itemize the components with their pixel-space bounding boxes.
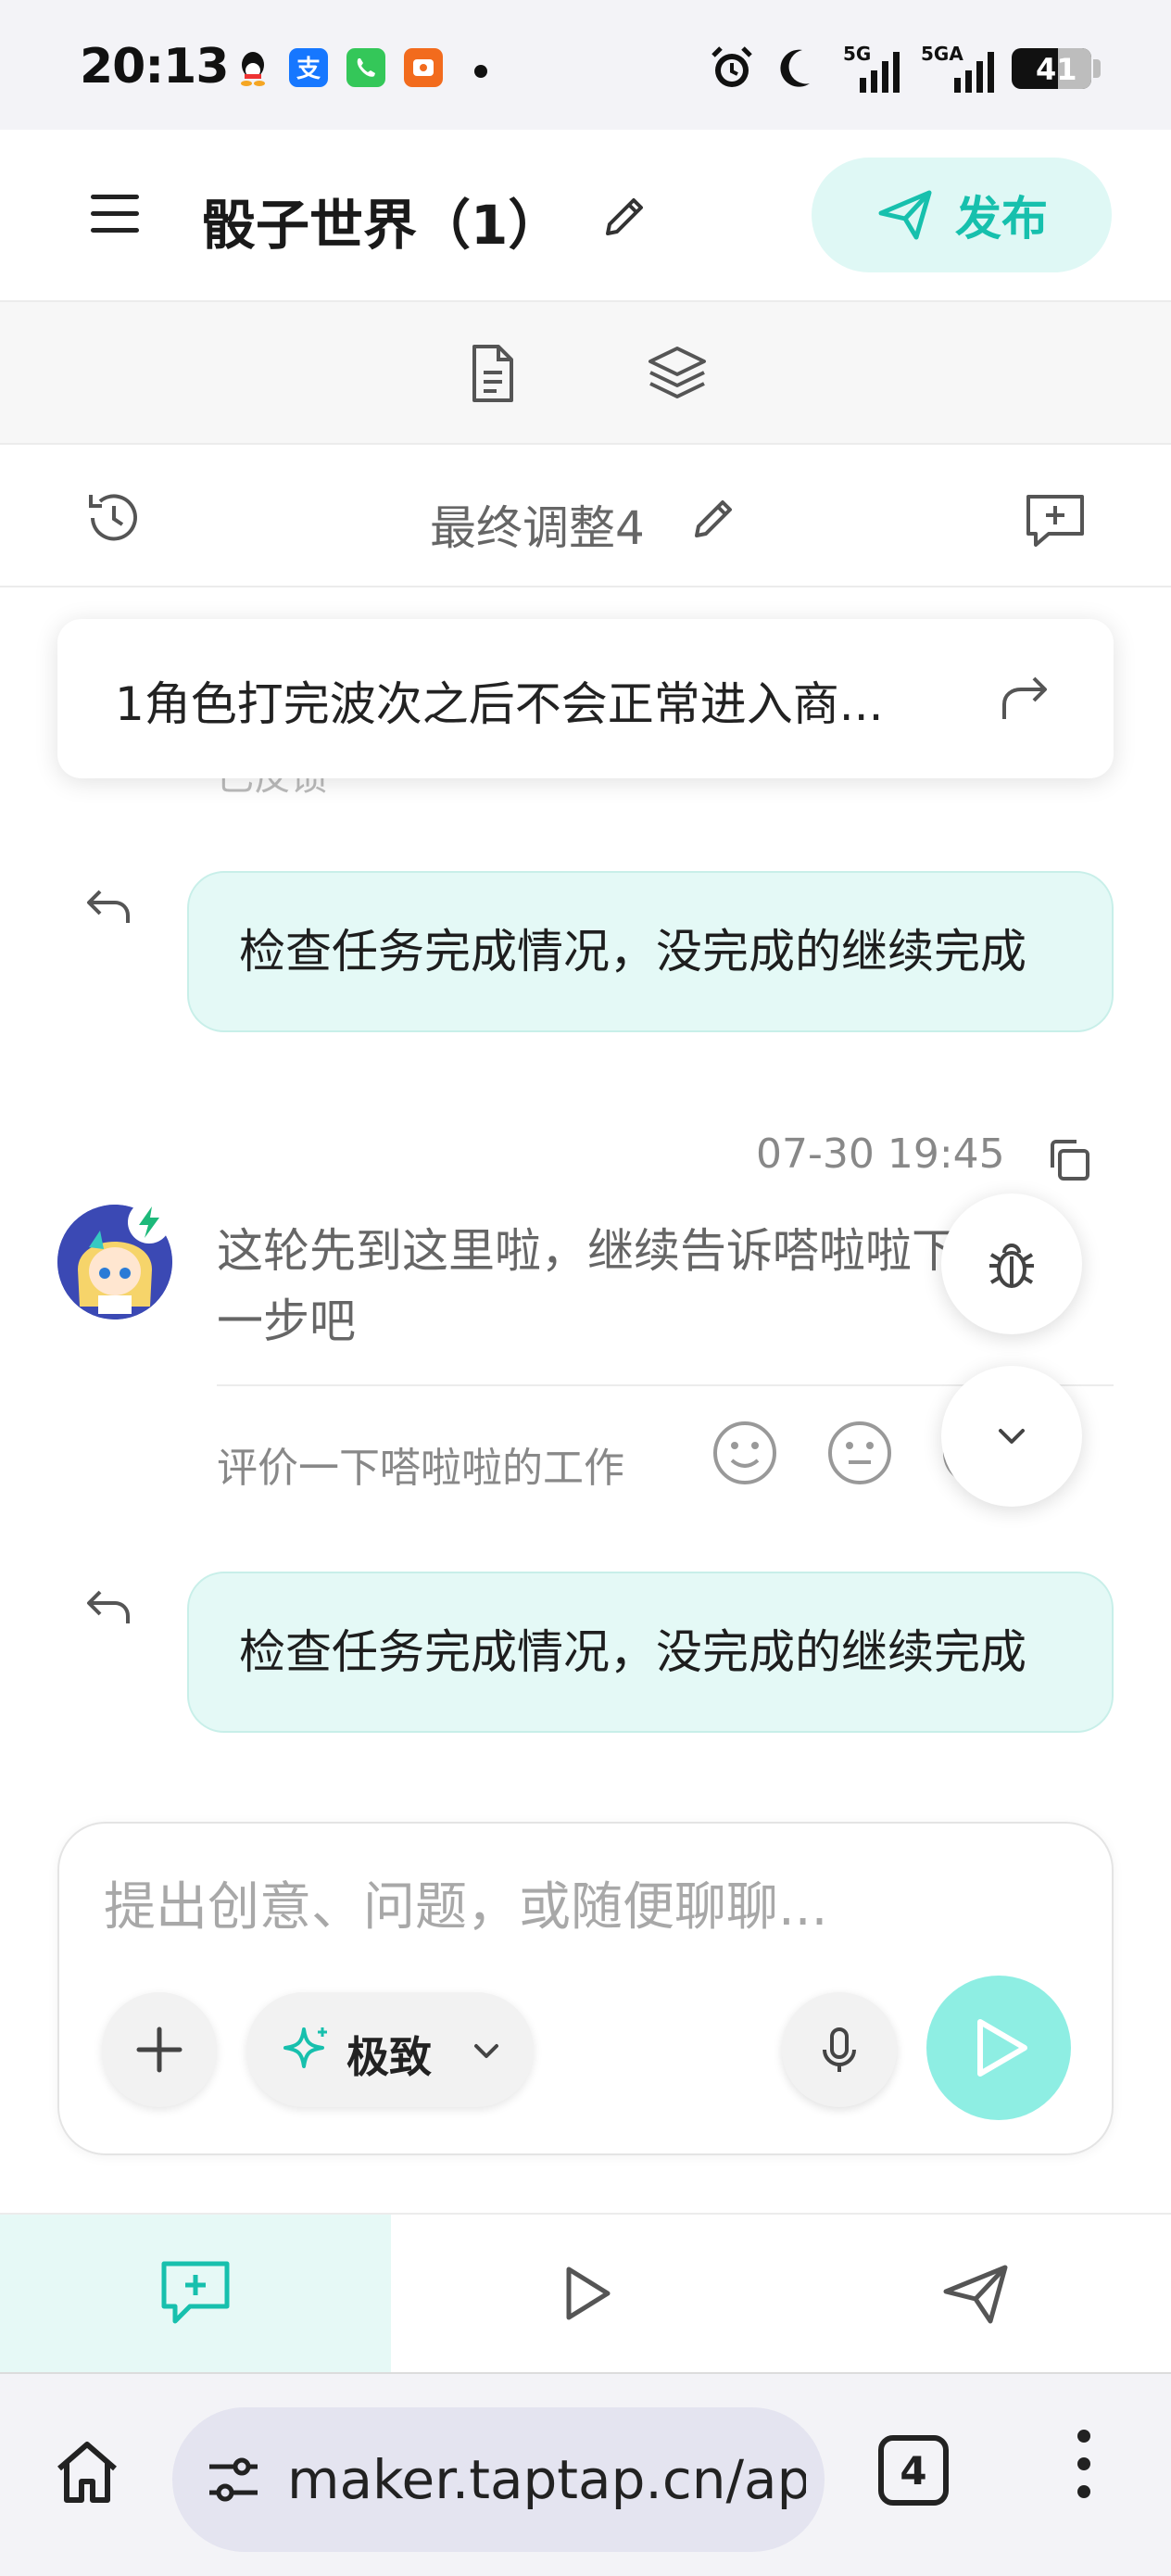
moon-icon (780, 49, 810, 87)
version-title: 最终调整4 (430, 501, 645, 555)
alipay-icon: 支 (289, 48, 328, 87)
play-icon (566, 2267, 611, 2320)
app-header: 骰子世界（1） 发布 (0, 130, 1171, 302)
editor-toolbar (0, 302, 1171, 445)
plus-icon (136, 2027, 183, 2073)
battery-level: 41 (1036, 52, 1077, 87)
site-settings-icon[interactable] (204, 2452, 263, 2507)
scroll-down-button[interactable] (941, 1366, 1082, 1507)
pinned-message[interactable]: 1角色打完波次之后不会正常进入商... (57, 619, 1114, 778)
more-options-icon[interactable] (1067, 2430, 1101, 2522)
bottom-tabs (0, 2213, 1171, 2372)
chevron-down-icon (999, 1429, 1025, 1444)
clock: 20:13 (80, 39, 230, 95)
lightning-icon (128, 1201, 170, 1244)
copy-icon[interactable] (1045, 1136, 1093, 1184)
microphone-icon (823, 2027, 856, 2072)
reply-icon[interactable] (80, 1579, 135, 1635)
home-icon[interactable] (52, 2437, 122, 2507)
user-message: 检查任务完成情况，没完成的继续完成 (187, 871, 1114, 1032)
url-text: maker.taptap.cn/app (287, 2448, 806, 2511)
chat-area[interactable]: 已反馈 1角色打完波次之后不会正常进入商... 检查任务完成情况，没完成的继续完… (0, 589, 1171, 1794)
qq-icon (233, 48, 272, 87)
user-message: 检查任务完成情况，没完成的继续完成 (187, 1572, 1114, 1733)
publish-button[interactable]: 发布 (812, 158, 1112, 272)
send-icon (878, 190, 932, 240)
reply-icon[interactable] (80, 878, 135, 934)
share-icon[interactable] (995, 669, 1054, 728)
signal-icon (860, 52, 900, 93)
bug-report-button[interactable] (941, 1193, 1082, 1334)
alarm-icon (711, 46, 752, 87)
pinned-message-text: 1角色打完波次之后不会正常进入商... (115, 677, 884, 731)
send-button[interactable] (926, 1976, 1071, 2120)
prompt-input[interactable] (104, 1870, 1067, 1944)
chat-add-icon (161, 2261, 230, 2324)
edit-version-icon[interactable] (687, 493, 739, 545)
status-bar: 20:13 支 5G 5GA 41 (0, 0, 1171, 130)
page-title: 骰子世界（1） (202, 194, 562, 257)
svg-text:支: 支 (296, 56, 321, 83)
add-attachment-button[interactable] (102, 1992, 217, 2107)
chevron-down-icon (474, 2044, 498, 2058)
edit-title-icon[interactable] (597, 189, 652, 245)
layers-icon[interactable] (645, 341, 710, 406)
phone-icon (346, 48, 385, 87)
battery-tip (1093, 59, 1101, 78)
tab-switcher-button[interactable]: 4 (878, 2435, 949, 2506)
send-icon (943, 2265, 1008, 2324)
publish-label: 发布 (955, 192, 1048, 246)
notification-dot (474, 65, 487, 78)
mode-label: 极致 (346, 2032, 432, 2082)
document-icon[interactable] (460, 341, 524, 406)
composer: 极致 (57, 1822, 1114, 2155)
app-icon (404, 48, 443, 87)
tab-count: 4 (900, 2447, 927, 2494)
battery-icon: 41 (1012, 48, 1091, 89)
play-send-icon (977, 2019, 1027, 2077)
publish-tab[interactable] (780, 2215, 1171, 2372)
rate-label: 评价一下嗒啦啦的工作 (217, 1445, 624, 1492)
voice-input-button[interactable] (782, 1992, 897, 2107)
browser-bar: maker.taptap.cn/app 4 (0, 2372, 1171, 2576)
preview-tab[interactable] (391, 2215, 780, 2372)
neutral-face-icon[interactable] (825, 1418, 895, 1488)
version-bar: 最终调整4 (0, 445, 1171, 587)
assistant-message: 这轮先到这里啦，继续告诉嗒啦啦下一步吧 (217, 1224, 958, 1348)
smile-face-icon[interactable] (710, 1418, 780, 1488)
menu-icon[interactable] (91, 195, 139, 235)
chat-tab[interactable] (0, 2215, 391, 2372)
address-bar[interactable]: maker.taptap.cn/app (172, 2407, 825, 2552)
sparkle-icon (283, 2027, 327, 2068)
comment-add-icon[interactable] (1023, 491, 1088, 550)
mode-selector[interactable]: 极致 (246, 1992, 534, 2107)
history-icon[interactable] (83, 487, 145, 549)
signal-icon (954, 52, 994, 93)
message-timestamp: 07-30 19:45 (756, 1130, 1005, 1178)
bug-icon (989, 1244, 1034, 1288)
